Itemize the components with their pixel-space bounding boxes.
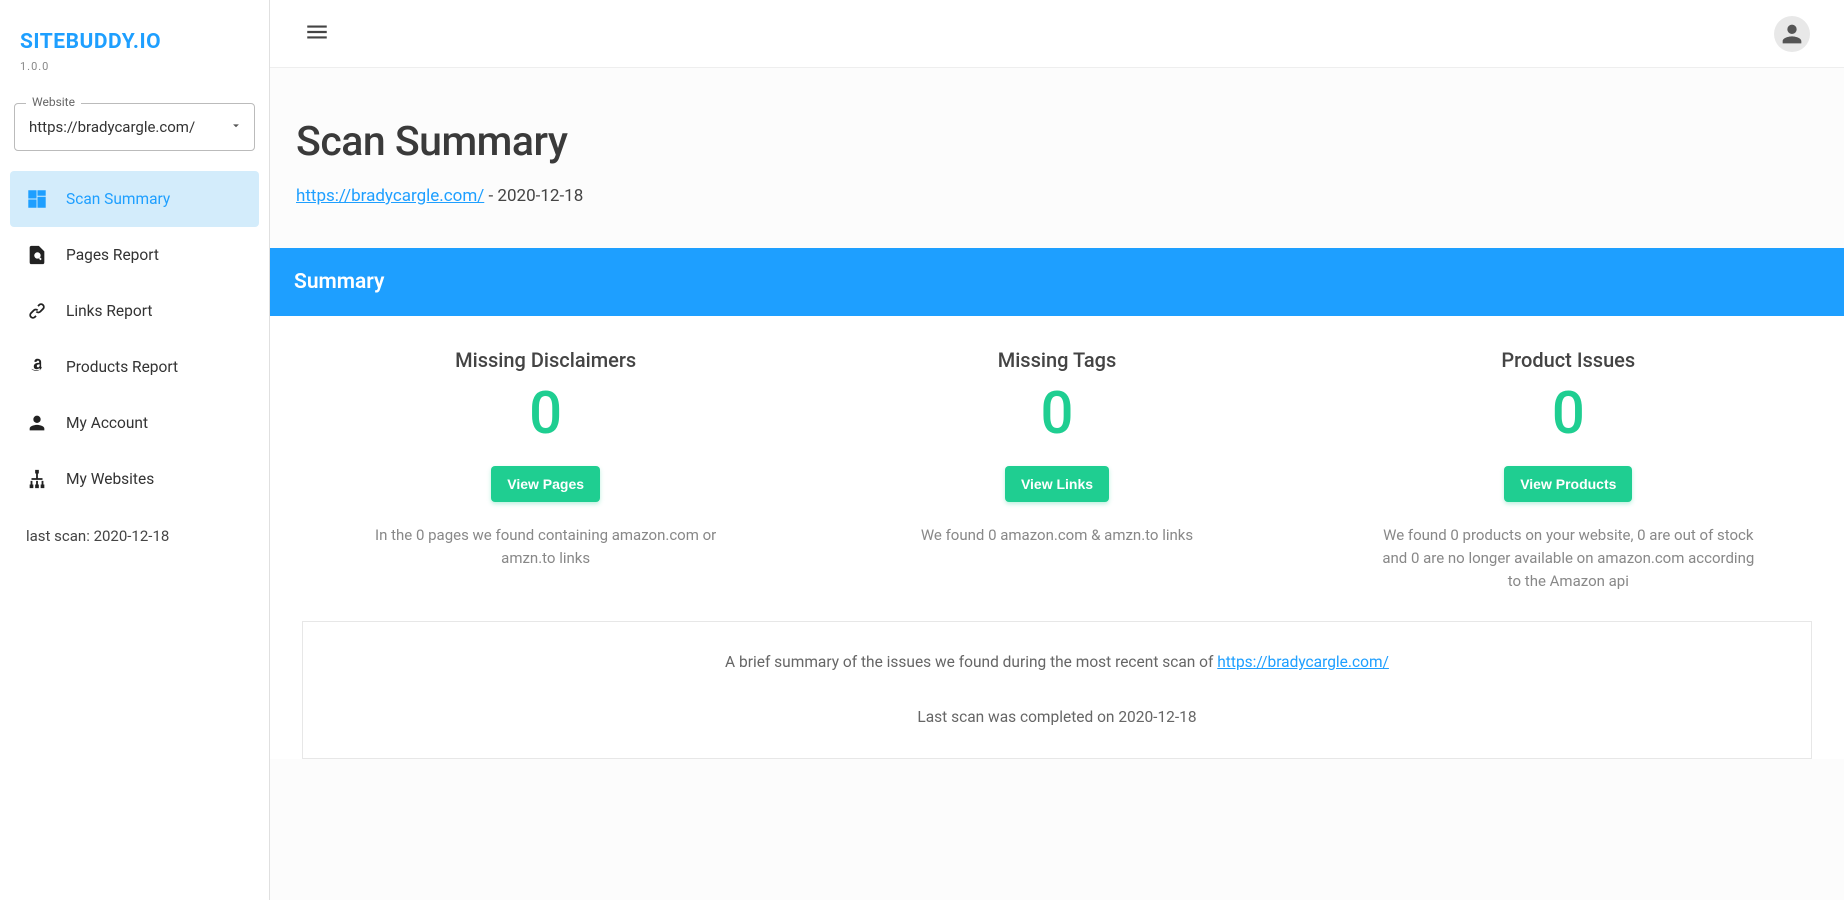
view-pages-button[interactable]: View Pages: [491, 466, 600, 502]
sidebar: SITEBUDDY.IO 1.0.0 Website https://brady…: [0, 0, 270, 900]
card-missing-tags: Missing Tags 0 View Links We found 0 ama…: [801, 348, 1312, 593]
brand-title: SITEBUDDY.IO: [20, 30, 249, 54]
nav: Scan Summary Pages Report Links Report P…: [10, 171, 259, 507]
brand-block: SITEBUDDY.IO 1.0.0: [10, 20, 259, 97]
nav-products-report[interactable]: Products Report: [10, 339, 259, 395]
summary-panel: Summary Missing Disclaimers 0 View Pages…: [270, 248, 1844, 759]
card-title: Product Issues: [1333, 348, 1804, 372]
card-product-issues: Product Issues 0 View Products We found …: [1313, 348, 1824, 593]
view-links-button[interactable]: View Links: [1005, 466, 1109, 502]
avatar-icon: [1778, 20, 1806, 48]
footer-line-2: Last scan was completed on 2020-12-18: [327, 705, 1787, 730]
website-select-value: https://bradycargle.com/: [29, 118, 195, 136]
page-title: Scan Summary: [296, 118, 1844, 166]
nav-item-label: Pages Report: [66, 246, 159, 264]
card-count: 0: [1333, 380, 1804, 450]
card-title: Missing Disclaimers: [310, 348, 781, 372]
nav-item-label: Scan Summary: [66, 190, 170, 208]
page-head: Scan Summary https://bradycargle.com/ - …: [270, 118, 1844, 248]
view-products-button[interactable]: View Products: [1504, 466, 1632, 502]
footer-site-link[interactable]: https://bradycargle.com/: [1217, 653, 1389, 671]
website-select[interactable]: Website https://bradycargle.com/: [14, 103, 255, 151]
website-select-box[interactable]: https://bradycargle.com/: [14, 103, 255, 151]
card-desc: We found 0 amazon.com & amzn.to links: [867, 524, 1247, 547]
website-select-label: Website: [26, 95, 81, 109]
nav-item-label: My Account: [66, 414, 148, 432]
panel-header: Summary: [270, 248, 1844, 316]
person-icon: [26, 412, 48, 434]
card-missing-disclaimers: Missing Disclaimers 0 View Pages In the …: [290, 348, 801, 593]
content: Scan Summary https://bradycargle.com/ - …: [270, 68, 1844, 900]
brand-version: 1.0.0: [20, 60, 249, 73]
nav-scan-summary[interactable]: Scan Summary: [10, 171, 259, 227]
last-scan-text: last scan: 2020-12-18: [10, 507, 259, 565]
page-search-icon: [26, 244, 48, 266]
hamburger-icon: [304, 19, 330, 45]
site-url-link[interactable]: https://bradycargle.com/: [296, 186, 484, 206]
date-separator: -: [484, 186, 497, 206]
nav-item-label: Products Report: [66, 358, 178, 376]
sitemap-icon: [26, 468, 48, 490]
summary-footer: A brief summary of the issues we found d…: [302, 621, 1812, 759]
main: Scan Summary https://bradycargle.com/ - …: [270, 0, 1844, 900]
nav-item-label: Links Report: [66, 302, 152, 320]
nav-links-report[interactable]: Links Report: [10, 283, 259, 339]
nav-my-websites[interactable]: My Websites: [10, 451, 259, 507]
card-count: 0: [821, 380, 1292, 450]
card-desc: In the 0 pages we found containing amazo…: [356, 524, 736, 571]
menu-toggle[interactable]: [304, 19, 330, 49]
nav-item-label: My Websites: [66, 470, 154, 488]
user-avatar[interactable]: [1774, 16, 1810, 52]
card-count: 0: [310, 380, 781, 450]
link-icon: [26, 300, 48, 322]
topbar: [270, 0, 1844, 68]
nav-my-account[interactable]: My Account: [10, 395, 259, 451]
page-subtitle: https://bradycargle.com/ - 2020-12-18: [296, 186, 1844, 206]
footer-line-1-text: A brief summary of the issues we found d…: [725, 653, 1217, 671]
dashboard-icon: [26, 188, 48, 210]
amazon-icon: [26, 356, 48, 378]
card-title: Missing Tags: [821, 348, 1292, 372]
scan-date: 2020-12-18: [497, 186, 583, 206]
cards-row: Missing Disclaimers 0 View Pages In the …: [270, 316, 1844, 621]
nav-pages-report[interactable]: Pages Report: [10, 227, 259, 283]
card-desc: We found 0 products on your website, 0 a…: [1378, 524, 1758, 594]
footer-line-1: A brief summary of the issues we found d…: [327, 650, 1787, 675]
